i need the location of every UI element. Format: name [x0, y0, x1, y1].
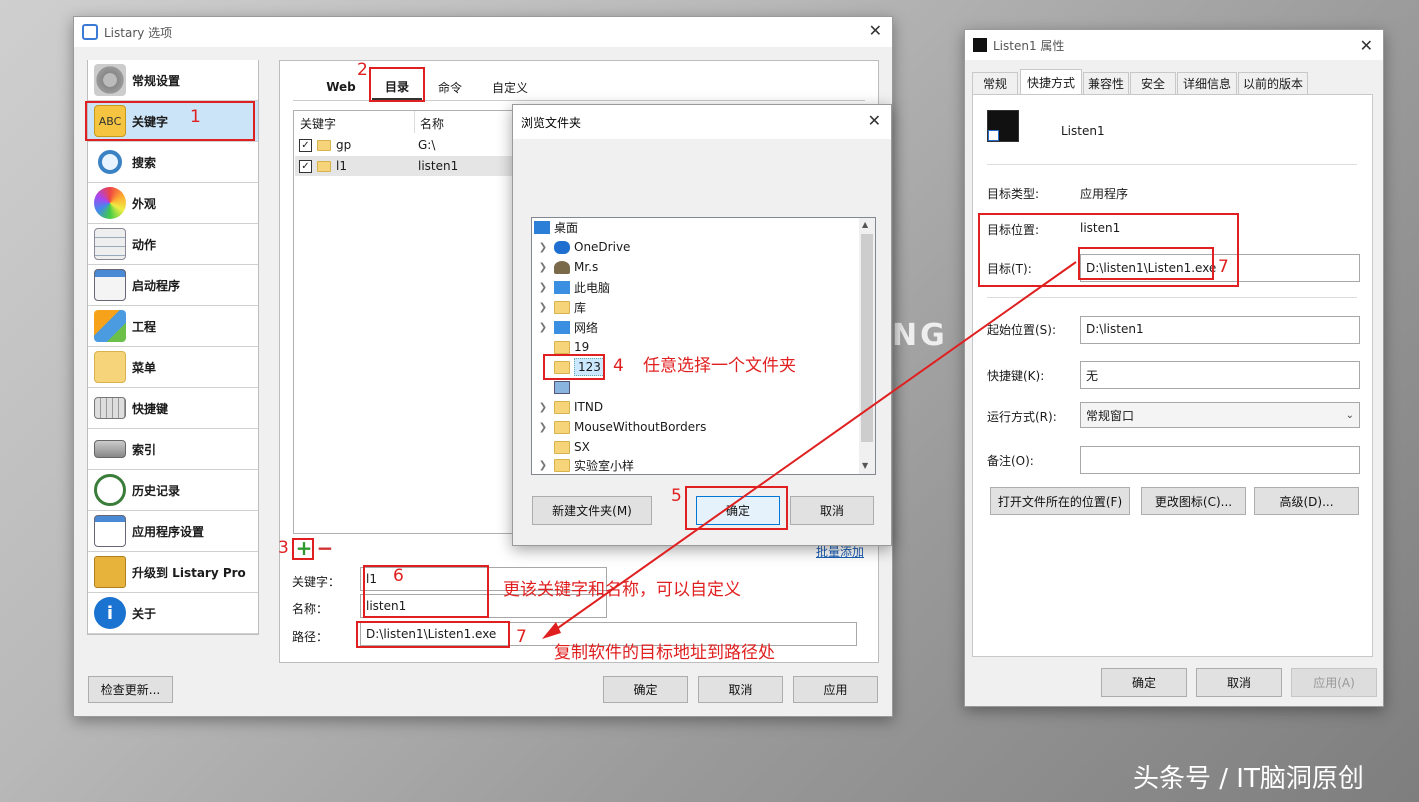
arrow-line [554, 261, 1077, 631]
arrow-head [542, 622, 561, 639]
annotation-arrow [542, 261, 1077, 639]
